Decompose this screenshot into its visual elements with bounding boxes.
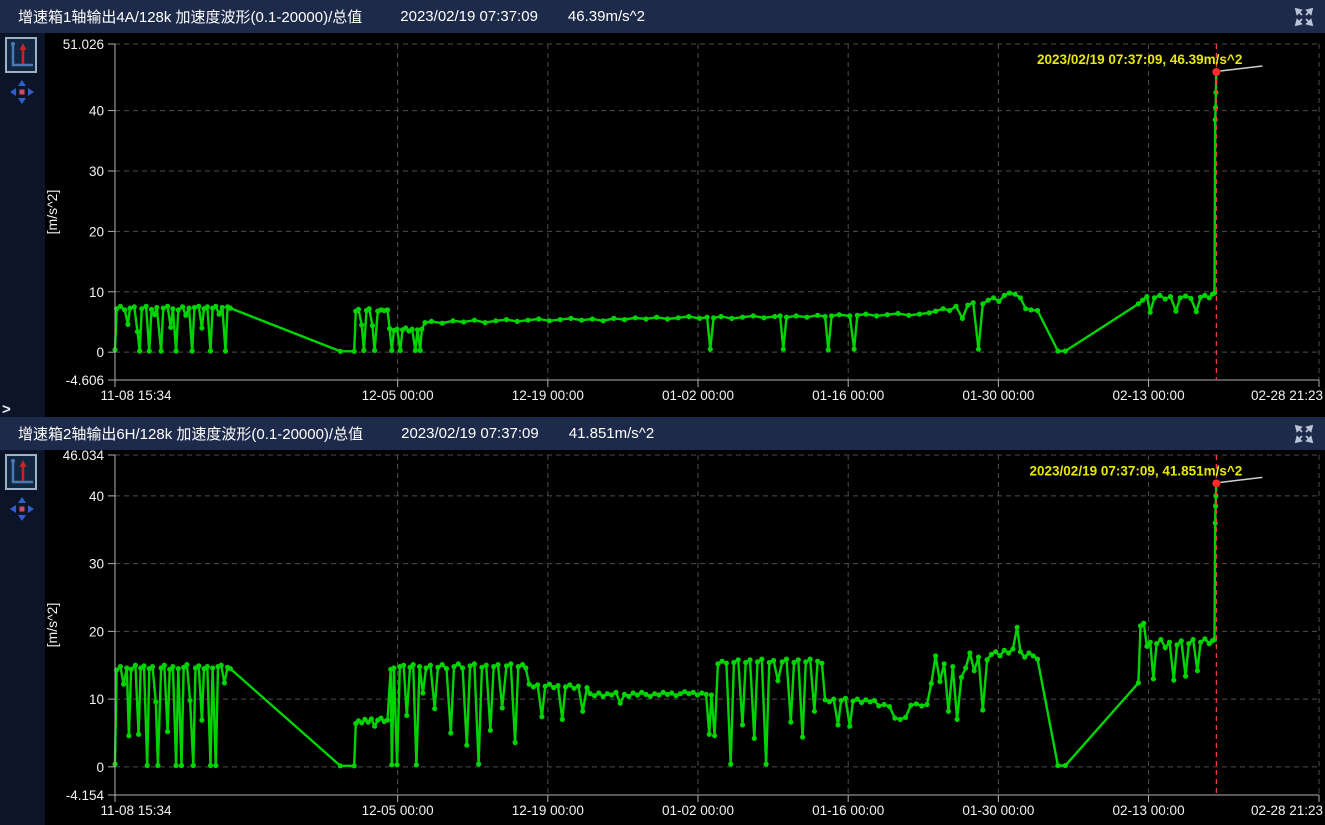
y-tick-label: 30 bbox=[89, 164, 104, 179]
panel-collapse-chevron-icon[interactable]: > bbox=[2, 402, 11, 417]
x-tick-label: 01-16 00:00 bbox=[812, 388, 884, 403]
x-tick-label: 12-19 00:00 bbox=[512, 803, 584, 818]
x-tick-label: 01-02 00:00 bbox=[662, 803, 734, 818]
expand-fullscreen-icon[interactable] bbox=[1293, 423, 1315, 445]
y-tick-label: 40 bbox=[89, 104, 104, 119]
y-tick-label: 0 bbox=[96, 760, 104, 775]
panel-gearbox-1: 增速箱1轴输出4A/128k 加速度波形(0.1-20000)/总值 2023/… bbox=[0, 0, 1325, 417]
waveform-chart-2[interactable]: -4.154 46.034 0 10 20 30 40 11-08 15:34 12-05 00… bbox=[0, 450, 1325, 825]
autoscale-y-icon[interactable] bbox=[5, 37, 37, 73]
x-tick-label: 02-28 21:23 bbox=[1251, 388, 1323, 403]
x-tick-label: 12-19 00:00 bbox=[512, 388, 584, 403]
y-tick-label: 30 bbox=[89, 557, 104, 572]
panel-gearbox-2: > 增速箱2轴输出6H/128k 加速度波形(0.1-20000)/总值 202… bbox=[0, 417, 1325, 825]
chart2-toolbar bbox=[0, 450, 45, 825]
panel1-titlebar: 增速箱1轴输出4A/128k 加速度波形(0.1-20000)/总值 2023/… bbox=[0, 0, 1325, 33]
x-tick-label: 02-13 00:00 bbox=[1113, 388, 1185, 403]
cursor-annotation: 2023/02/19 07:37:09, 46.39m/s^2 bbox=[1037, 52, 1242, 67]
x-tick-label: 11-08 15:34 bbox=[100, 803, 172, 818]
x-tick-label: 11-08 15:34 bbox=[100, 388, 172, 403]
x-tick-label: 02-13 00:00 bbox=[1113, 803, 1185, 818]
expand-fullscreen-icon[interactable] bbox=[1293, 6, 1315, 28]
x-tick-label: 01-30 00:00 bbox=[962, 388, 1034, 403]
waveform-chart-1[interactable]: -4.606 51.026 0 10 20 30 40 11-08 15:34 12-05 00… bbox=[0, 33, 1325, 417]
chart1-toolbar bbox=[0, 33, 45, 417]
y-tick-label: -4.154 bbox=[66, 788, 105, 803]
x-tick-label: 12-05 00:00 bbox=[362, 388, 434, 403]
pan-four-way-icon[interactable] bbox=[9, 79, 35, 105]
y-axis-unit-label: [m/s^2] bbox=[44, 190, 60, 235]
cursor-marker bbox=[1212, 68, 1220, 76]
y-tick-label: 0 bbox=[96, 345, 104, 360]
y-tick-label: 10 bbox=[89, 692, 104, 707]
y-tick-label: 10 bbox=[89, 285, 104, 300]
y-tick-label: -4.606 bbox=[66, 373, 104, 388]
x-tick-label: 01-02 00:00 bbox=[662, 388, 734, 403]
y-tick-label: 20 bbox=[89, 224, 104, 239]
panel1-timestamp: 2023/02/19 07:37:09 bbox=[400, 8, 538, 25]
y-axis-unit-label: [m/s^2] bbox=[44, 603, 60, 648]
panel2-titlebar: > 增速箱2轴输出6H/128k 加速度波形(0.1-20000)/总值 202… bbox=[0, 417, 1325, 450]
y-tick-label: 51.026 bbox=[63, 37, 104, 52]
x-tick-label: 12-05 00:00 bbox=[362, 803, 434, 818]
panel2-title: 增速箱2轴输出6H/128k 加速度波形(0.1-20000)/总值 bbox=[18, 423, 363, 444]
autoscale-y-icon[interactable] bbox=[5, 454, 37, 490]
cursor-group: 2023/02/19 07:37:09, 41.851m/s^2 bbox=[1030, 455, 1263, 795]
panel1-value: 46.39m/s^2 bbox=[568, 8, 645, 25]
series-line bbox=[112, 481, 1219, 769]
axes: -4.154 46.034 0 10 20 30 40 11-08 15:34 12-05 00… bbox=[44, 450, 1323, 818]
axes: -4.606 51.026 0 10 20 30 40 11-08 15:34 12-05 00… bbox=[44, 37, 1323, 403]
cursor-marker bbox=[1212, 479, 1220, 487]
panel2-timestamp: 2023/02/19 07:37:09 bbox=[401, 425, 539, 442]
y-tick-label: 46.034 bbox=[63, 450, 105, 463]
pan-four-way-icon[interactable] bbox=[9, 496, 35, 522]
x-tick-label: 01-30 00:00 bbox=[962, 803, 1034, 818]
chart1-area: -4.606 51.026 0 10 20 30 40 11-08 15:34 12-05 00… bbox=[0, 33, 1325, 417]
chart2-area: -4.154 46.034 0 10 20 30 40 11-08 15:34 12-05 00… bbox=[0, 450, 1325, 825]
cursor-group: 2023/02/19 07:37:09, 46.39m/s^2 bbox=[1037, 44, 1262, 380]
y-tick-label: 40 bbox=[89, 489, 104, 504]
x-tick-label: 02-28 21:23 bbox=[1251, 803, 1323, 818]
panel2-value: 41.851m/s^2 bbox=[569, 425, 654, 442]
y-tick-label: 20 bbox=[89, 624, 104, 639]
series-line bbox=[112, 69, 1219, 354]
cursor-annotation: 2023/02/19 07:37:09, 41.851m/s^2 bbox=[1030, 463, 1243, 478]
gridlines bbox=[115, 44, 1319, 380]
x-tick-label: 01-16 00:00 bbox=[812, 803, 884, 818]
panel1-title: 增速箱1轴输出4A/128k 加速度波形(0.1-20000)/总值 bbox=[18, 6, 362, 27]
